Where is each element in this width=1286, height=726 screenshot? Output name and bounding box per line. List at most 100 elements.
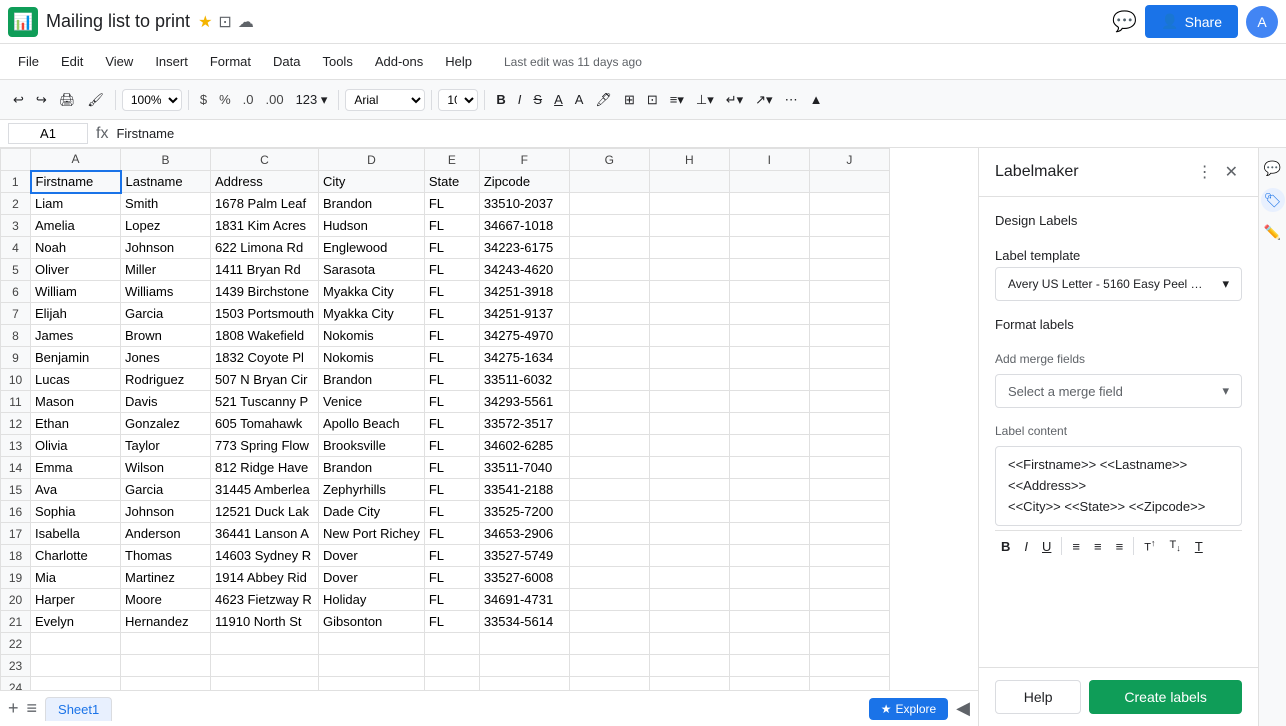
cell-3-7[interactable] — [649, 215, 729, 237]
cell-3-5[interactable]: 34667-1018 — [479, 215, 569, 237]
cell-11-7[interactable] — [649, 391, 729, 413]
cell-13-0[interactable]: Olivia — [31, 435, 121, 457]
cell-18-4[interactable]: FL — [424, 545, 479, 567]
cell-6-2[interactable]: 1439 Birchstone — [211, 281, 319, 303]
highlight-button[interactable]: 🖊 — [590, 88, 617, 112]
cell-24-2[interactable] — [211, 677, 319, 691]
table-row[interactable]: 6WilliamWilliams1439 BirchstoneMyakka Ci… — [1, 281, 890, 303]
cell-3-4[interactable]: FL — [424, 215, 479, 237]
menu-tools[interactable]: Tools — [312, 50, 362, 73]
cell-14-7[interactable] — [649, 457, 729, 479]
cell-19-6[interactable] — [569, 567, 649, 589]
cell-22-4[interactable] — [424, 633, 479, 655]
cell-3-6[interactable] — [569, 215, 649, 237]
cell-12-8[interactable] — [729, 413, 809, 435]
cell-19-2[interactable]: 1914 Abbey Rid — [211, 567, 319, 589]
cell-1-5[interactable]: Zipcode — [479, 171, 569, 193]
cell-16-7[interactable] — [649, 501, 729, 523]
cell-6-7[interactable] — [649, 281, 729, 303]
cell-10-1[interactable]: Rodriguez — [121, 369, 211, 391]
cell-15-5[interactable]: 33541-2188 — [479, 479, 569, 501]
cell-18-9[interactable] — [809, 545, 889, 567]
cell-18-8[interactable] — [729, 545, 809, 567]
table-row[interactable]: 20HarperMoore4623 Fietzway RHolidayFL346… — [1, 589, 890, 611]
cell-18-0[interactable]: Charlotte — [31, 545, 121, 567]
table-row[interactable]: 10LucasRodriguez507 N Bryan CirBrandonFL… — [1, 369, 890, 391]
cell-24-9[interactable] — [809, 677, 889, 691]
help-button[interactable]: Help — [995, 680, 1081, 714]
cell-11-8[interactable] — [729, 391, 809, 413]
cell-5-3[interactable]: Sarasota — [319, 259, 425, 281]
cell-1-9[interactable] — [809, 171, 889, 193]
cell-6-0[interactable]: William — [31, 281, 121, 303]
right-sidebar-labelmaker-icon[interactable]: 🏷 — [1261, 188, 1285, 212]
cell-17-2[interactable]: 36441 Lanson A — [211, 523, 319, 545]
borders-button[interactable]: ⊞ — [619, 88, 640, 112]
sheet-menu-button[interactable]: ≡ — [27, 698, 38, 719]
wrap-button[interactable]: ↵▾ — [721, 88, 748, 112]
cell-23-4[interactable] — [424, 655, 479, 677]
underline-button[interactable]: A — [549, 88, 568, 111]
cell-8-5[interactable]: 34275-4970 — [479, 325, 569, 347]
cell-20-1[interactable]: Moore — [121, 589, 211, 611]
cell-20-5[interactable]: 34691-4731 — [479, 589, 569, 611]
decimal2-button[interactable]: .00 — [260, 88, 288, 111]
cell-11-3[interactable]: Venice — [319, 391, 425, 413]
cell-12-4[interactable]: FL — [424, 413, 479, 435]
cell-18-3[interactable]: Dover — [319, 545, 425, 567]
cell-16-8[interactable] — [729, 501, 809, 523]
cell-20-4[interactable]: FL — [424, 589, 479, 611]
cell-3-9[interactable] — [809, 215, 889, 237]
text-color-button[interactable]: A — [570, 88, 589, 111]
cell-15-7[interactable] — [649, 479, 729, 501]
cell-14-3[interactable]: Brandon — [319, 457, 425, 479]
cell-18-1[interactable]: Thomas — [121, 545, 211, 567]
cell-11-4[interactable]: FL — [424, 391, 479, 413]
cell-22-2[interactable] — [211, 633, 319, 655]
cell-24-5[interactable] — [479, 677, 569, 691]
cell-16-4[interactable]: FL — [424, 501, 479, 523]
col-header-j[interactable]: J — [809, 149, 889, 171]
cell-23-6[interactable] — [569, 655, 649, 677]
menu-file[interactable]: File — [8, 50, 49, 73]
cell-12-1[interactable]: Gonzalez — [121, 413, 211, 435]
table-row[interactable]: 17IsabellaAnderson36441 Lanson ANew Port… — [1, 523, 890, 545]
cell-23-2[interactable] — [211, 655, 319, 677]
table-row[interactable]: 13OliviaTaylor773 Spring FlowBrooksville… — [1, 435, 890, 457]
cell-19-7[interactable] — [649, 567, 729, 589]
menu-help[interactable]: Help — [435, 50, 482, 73]
cell-7-0[interactable]: Elijah — [31, 303, 121, 325]
cell-21-7[interactable] — [649, 611, 729, 633]
italic-button[interactable]: I — [513, 88, 527, 111]
cell-9-8[interactable] — [729, 347, 809, 369]
cell-7-5[interactable]: 34251-9137 — [479, 303, 569, 325]
cell-1-7[interactable] — [649, 171, 729, 193]
cell-14-5[interactable]: 33511-7040 — [479, 457, 569, 479]
cell-6-1[interactable]: Williams — [121, 281, 211, 303]
cell-10-8[interactable] — [729, 369, 809, 391]
fmt-clear-button[interactable]: T — [1189, 536, 1209, 557]
cell-9-1[interactable]: Jones — [121, 347, 211, 369]
cell-16-6[interactable] — [569, 501, 649, 523]
fmt-underline-button[interactable]: U — [1036, 536, 1057, 557]
fmt-subscript-button[interactable]: T↓ — [1164, 536, 1187, 556]
cell-4-8[interactable] — [729, 237, 809, 259]
cell-6-6[interactable] — [569, 281, 649, 303]
cell-ref[interactable]: A1 — [8, 123, 88, 144]
cell-17-4[interactable]: FL — [424, 523, 479, 545]
currency-button[interactable]: $ — [195, 88, 212, 111]
cell-13-8[interactable] — [729, 435, 809, 457]
print-button[interactable]: 🖨 — [54, 88, 81, 112]
fmt-align-left-button[interactable]: ≡ — [1066, 536, 1086, 557]
table-row[interactable]: 21EvelynHernandez11910 North StGibsonton… — [1, 611, 890, 633]
star-icon[interactable]: ★ — [198, 12, 212, 32]
cell-9-0[interactable]: Benjamin — [31, 347, 121, 369]
cell-16-9[interactable] — [809, 501, 889, 523]
table-row[interactable]: 16SophiaJohnson12521 Duck LakDade CityFL… — [1, 501, 890, 523]
percent-button[interactable]: % — [214, 88, 236, 111]
cell-22-7[interactable] — [649, 633, 729, 655]
cell-15-2[interactable]: 31445 Amberlea — [211, 479, 319, 501]
cell-21-9[interactable] — [809, 611, 889, 633]
cell-2-3[interactable]: Brandon — [319, 193, 425, 215]
cell-10-9[interactable] — [809, 369, 889, 391]
